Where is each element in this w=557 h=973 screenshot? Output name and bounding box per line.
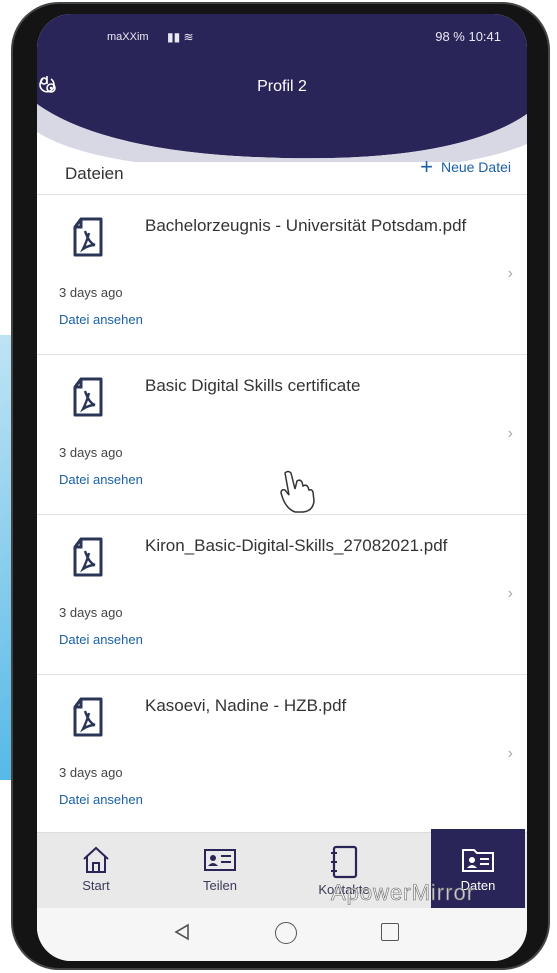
file-name: Basic Digital Skills certificate — [145, 376, 361, 395]
signal-wifi-icon: ▮▮ ≋ — [167, 30, 194, 44]
view-file-link[interactable]: Datei ansehen — [59, 792, 143, 807]
view-file-link[interactable]: Datei ansehen — [59, 472, 143, 487]
view-file-link[interactable]: Datei ansehen — [59, 632, 143, 647]
section-title: Dateien — [65, 164, 124, 183]
tab-start[interactable]: Start — [49, 833, 143, 909]
pdf-file-icon — [73, 377, 103, 417]
page-title: Profil 2 — [257, 78, 307, 95]
chevron-right-icon: › — [507, 585, 513, 602]
chevron-right-icon: › — [507, 425, 513, 442]
header: maXXim ▮▮ ≋ 98 % 10:41 Profil 2 — [37, 14, 527, 162]
top-bar: Profil 2 — [37, 74, 527, 104]
status-right: 98 % 10:41 — [435, 29, 501, 44]
plus-icon: + — [420, 154, 433, 179]
settings-icon[interactable] — [37, 74, 59, 96]
file-name: Kiron_Basic-Digital-Skills_27082021.pdf — [145, 536, 448, 555]
home-icon — [83, 846, 109, 873]
file-card[interactable]: Kasoevi, Nadine - HZB.pdf 3 days ago Dat… — [37, 674, 527, 834]
file-name: Kasoevi, Nadine - HZB.pdf — [145, 696, 347, 715]
back-triangle-icon[interactable] — [172, 922, 192, 942]
folder-id-icon — [462, 849, 494, 872]
file-date: 3 days ago — [59, 445, 123, 460]
files-section-header: Dateien + Neue Datei — [37, 150, 527, 190]
file-date: 3 days ago — [59, 765, 123, 780]
file-card[interactable]: Bachelorzeugnis - Universität Potsdam.pd… — [37, 194, 527, 354]
tab-label: Teilen — [203, 878, 237, 893]
id-card-icon — [204, 849, 236, 871]
pdf-file-icon — [73, 537, 103, 577]
android-nav-bar — [37, 908, 527, 961]
recent-apps-icon[interactable] — [381, 923, 399, 941]
carrier-label: maXXim — [107, 31, 149, 43]
pdf-file-icon — [73, 697, 103, 737]
view-file-link[interactable]: Datei ansehen — [59, 312, 143, 327]
watermark: ApowerMirror — [331, 880, 476, 906]
file-name: Bachelorzeugnis - Universität Potsdam.pd… — [145, 216, 467, 235]
file-date: 3 days ago — [59, 605, 123, 620]
tab-teilen[interactable]: Teilen — [173, 833, 267, 909]
file-card[interactable]: Kiron_Basic-Digital-Skills_27082021.pdf … — [37, 514, 527, 674]
file-date: 3 days ago — [59, 285, 123, 300]
new-file-label: Neue Datei — [440, 159, 511, 175]
status-bar: maXXim ▮▮ ≋ 98 % 10:41 — [37, 28, 527, 48]
new-file-button[interactable]: + Neue Datei — [420, 154, 511, 179]
pdf-file-icon — [73, 217, 103, 257]
chevron-right-icon: › — [507, 745, 513, 762]
chevron-right-icon: › — [507, 265, 513, 282]
address-book-icon — [331, 845, 358, 879]
phone-frame: maXXim ▮▮ ≋ 98 % 10:41 Profil 2 Dateien — [13, 4, 548, 968]
tab-label: Start — [82, 878, 110, 893]
phone-screen: maXXim ▮▮ ≋ 98 % 10:41 Profil 2 Dateien — [37, 14, 527, 961]
hand-cursor-icon — [280, 470, 315, 513]
home-circle-icon[interactable] — [275, 922, 297, 944]
